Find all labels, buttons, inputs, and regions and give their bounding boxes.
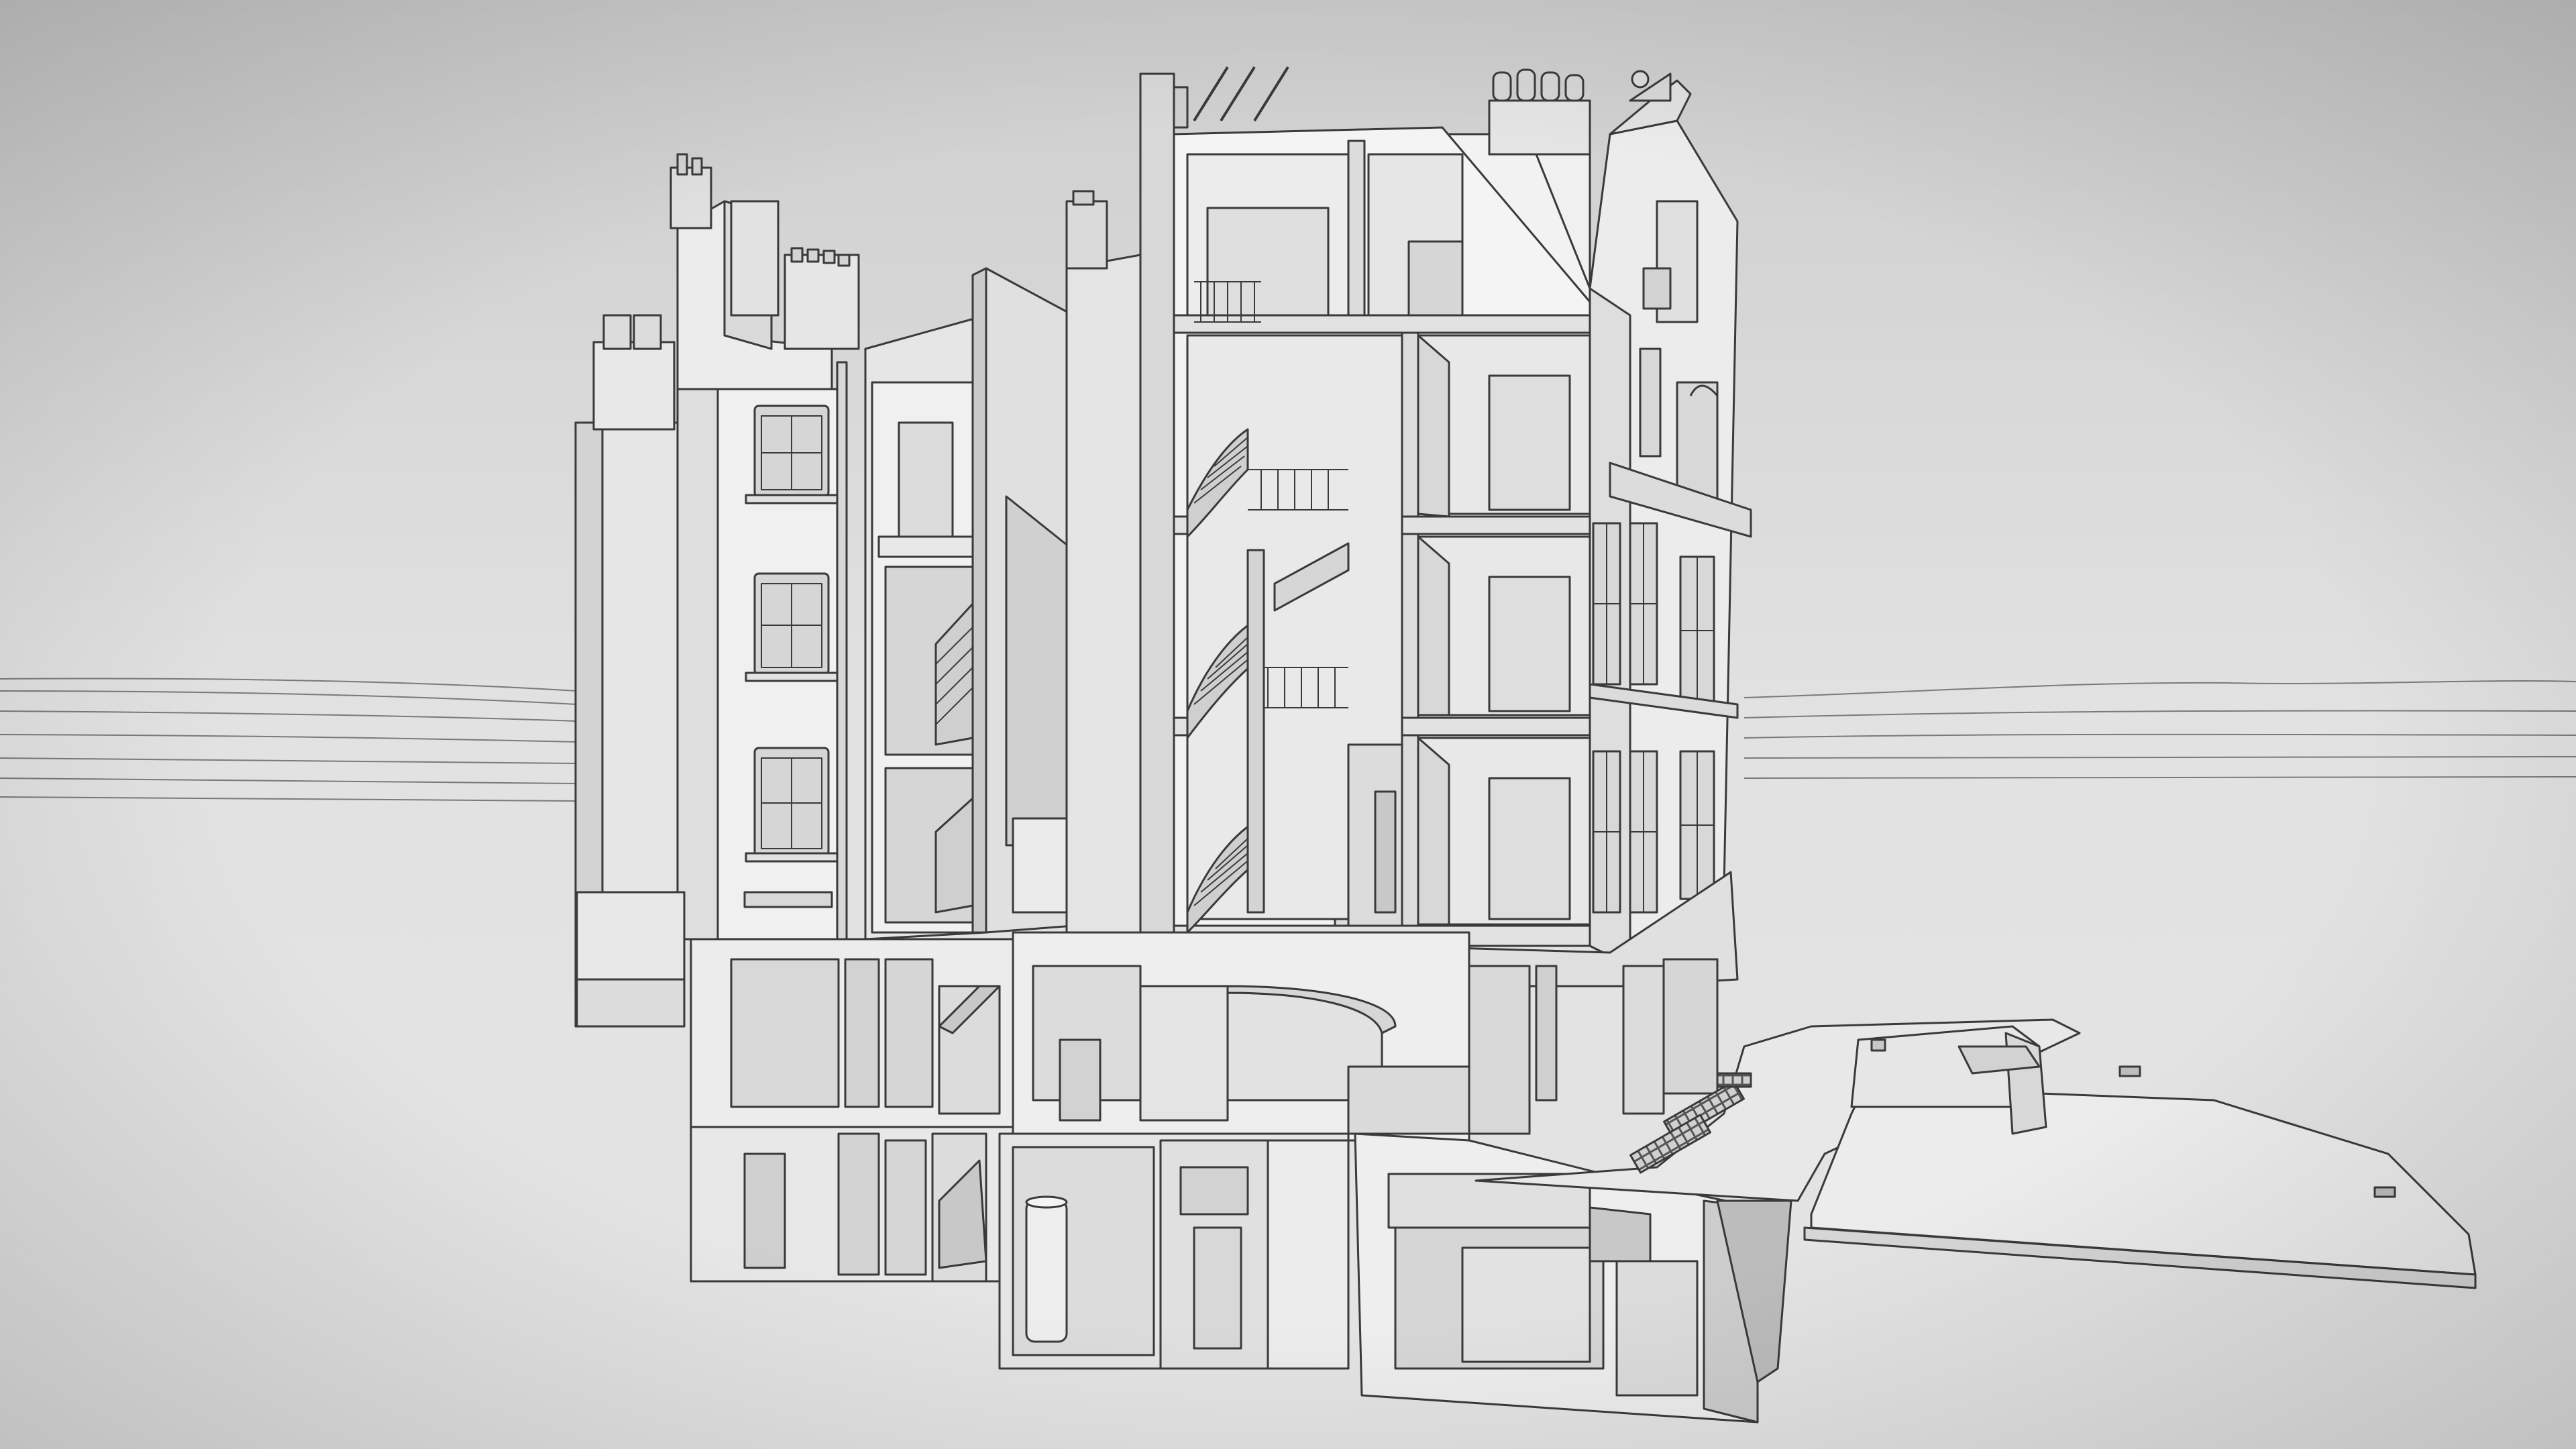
cutaway-render (0, 0, 2576, 1449)
cutaway-svg (0, 0, 2576, 1449)
vignette (0, 0, 2576, 1449)
